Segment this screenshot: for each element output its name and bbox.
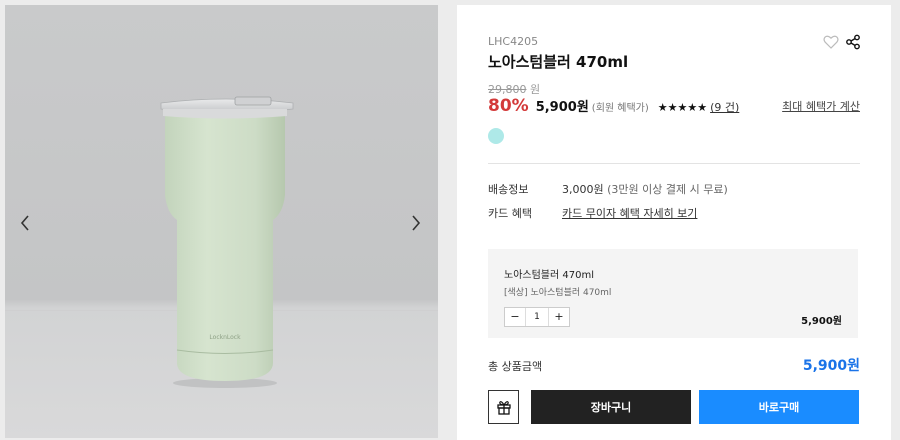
option-title: 노아스텀블러 470ml <box>504 270 594 281</box>
card-benefit-link[interactable]: 카드 무이자 혜택 자세히 보기 <box>562 205 697 221</box>
quantity-input[interactable]: 1 <box>525 308 549 326</box>
product-image-tumbler: LocknLock <box>160 96 294 388</box>
option-subtitle: [색상] 노아스텀블러 470ml <box>504 288 612 298</box>
shipping-note: (3만원 이상 결제 시 무료) <box>607 183 728 196</box>
option-price: 5,900원 <box>801 316 842 327</box>
quantity-stepper: − 1 + <box>504 307 570 327</box>
discount-rate: 80% <box>488 96 529 116</box>
quantity-plus-button[interactable]: + <box>549 308 569 326</box>
gift-button[interactable] <box>488 390 519 424</box>
heart-icon <box>823 35 839 49</box>
product-gallery: LocknLock <box>5 5 438 438</box>
share-icon <box>846 34 860 50</box>
chevron-right-icon <box>412 215 421 231</box>
original-price: 29,800 원 <box>488 81 540 97</box>
gift-icon <box>496 401 511 415</box>
total-price: 5,900원 <box>802 358 860 374</box>
color-swatch[interactable] <box>488 128 504 144</box>
buy-now-button[interactable]: 바로구매 <box>699 390 859 424</box>
divider <box>488 163 860 164</box>
share-button[interactable] <box>845 34 861 50</box>
shipping-info: 3,000원 (3만원 이상 결제 시 무료) <box>562 181 728 197</box>
wishlist-button[interactable] <box>823 34 839 50</box>
shipping-label: 배송정보 <box>488 183 529 196</box>
max-benefit-link[interactable]: 최대 혜택가 계산 <box>782 98 860 114</box>
product-code: LHC4205 <box>488 35 539 48</box>
sale-price: 5,900원 <box>535 100 589 115</box>
selected-option-box: 노아스텀블러 470ml [색상] 노아스텀블러 470ml − 1 + 5,9… <box>488 249 858 338</box>
product-name: 노아스텀블러 470ml <box>488 53 629 71</box>
gallery-prev-button[interactable] <box>15 212 35 236</box>
quantity-minus-button[interactable]: − <box>505 308 525 326</box>
card-benefit-label: 카드 혜택 <box>488 207 532 220</box>
product-detail-panel: LHC4205 노아스텀블러 470ml 29,800 원 80% 5,900원… <box>457 5 891 440</box>
chevron-left-icon <box>20 215 29 231</box>
add-to-cart-button[interactable]: 장바구니 <box>531 390 691 424</box>
member-price-note: (회원 혜택가) <box>591 103 649 114</box>
gallery-next-button[interactable] <box>406 212 426 236</box>
review-count-link[interactable]: (9 건) <box>710 99 739 115</box>
total-label: 총 상품금액 <box>488 360 543 373</box>
product-brand-mark: LocknLock <box>209 334 241 341</box>
price-row: 80% 5,900원 (회원 혜택가) ★★★★★ (9 건) <box>488 96 739 116</box>
rating-stars: ★★★★★ <box>657 101 708 114</box>
original-price-value: 29,800 <box>488 83 527 96</box>
shipping-fee: 3,000원 <box>562 183 604 196</box>
original-price-unit: 원 <box>530 83 541 96</box>
